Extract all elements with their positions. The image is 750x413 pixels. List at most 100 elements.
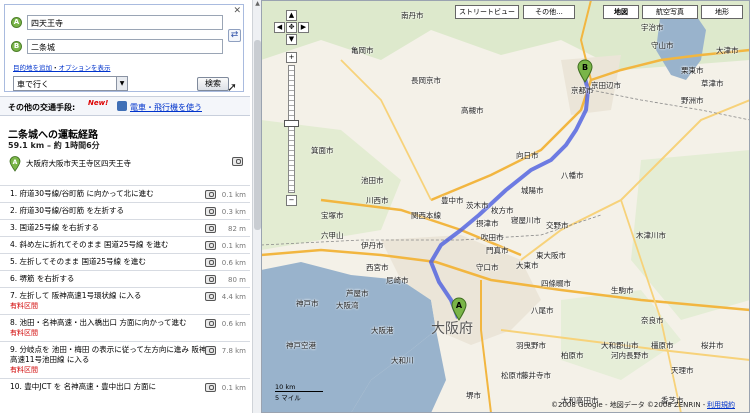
step-distance: 4.4 km — [221, 293, 246, 301]
camera-icon[interactable] — [205, 275, 216, 284]
pan-reset-icon[interactable]: ✥ — [286, 22, 297, 33]
osaka-prefecture-label: 大阪府 — [431, 321, 473, 337]
direction-step[interactable]: 9. 分岐点を 池田・梅田 の表示に従って左方向に進み 阪神高速11号池田線 に… — [0, 341, 250, 378]
city-label: 門真市 — [486, 246, 509, 255]
direction-step[interactable]: 1. 府道30号線/谷町筋 に向かって北に進む 0.1 km — [0, 185, 250, 202]
train-icon — [117, 101, 127, 111]
step-text: 5. 左折してそのまま 国道25号線 を進む — [10, 257, 146, 266]
camera-icon[interactable] — [205, 190, 216, 199]
street-view-button[interactable]: ストリートビュー — [455, 5, 519, 19]
city-label: 守口市 — [476, 263, 499, 272]
new-badge: New! — [88, 99, 109, 107]
close-icon[interactable]: ✕ — [233, 6, 241, 16]
city-label: 豊中市 — [441, 196, 464, 205]
map-type-satellite-button[interactable]: 航空写真 — [642, 5, 698, 19]
city-label: 堺市 — [466, 391, 481, 400]
city-label: 木津川市 — [636, 231, 666, 240]
direction-step[interactable]: 5. 左折してそのまま 国道25号線 を進む 0.6 km — [0, 253, 250, 270]
toll-label: 有料区間 — [10, 302, 38, 310]
step-distance: 7.8 km — [221, 347, 246, 355]
city-label: 東大阪市 — [536, 251, 566, 260]
city-label: 茨木市 — [466, 201, 489, 210]
city-label: 箕面市 — [311, 146, 334, 155]
city-label: 川西市 — [366, 196, 389, 205]
direction-step[interactable]: 8. 池田・名神高速・出入橋出口 方面に向かって進む 有料区間 0.6 km — [0, 314, 250, 341]
form-links: 目的地を追加・オプションを表示 — [13, 62, 111, 72]
direction-step[interactable]: 4. 斜め左に折れてそのまま 国道25号線 を進む 0.1 km — [0, 236, 250, 253]
camera-icon[interactable] — [205, 319, 216, 328]
from-input[interactable]: 四天王寺 — [27, 15, 223, 30]
city-label: 宇治市 — [641, 23, 664, 32]
scroll-thumb[interactable] — [254, 40, 261, 230]
camera-icon[interactable] — [232, 157, 243, 166]
zoom-in-icon[interactable]: + — [286, 52, 297, 63]
chevron-down-icon: ▼ — [116, 77, 127, 90]
city-label: 関西本線 — [411, 211, 441, 220]
step-text: 8. 池田・名神高速・出入橋出口 方面に向かって進む — [10, 318, 187, 327]
terms-link[interactable]: 利用規約 — [707, 400, 735, 410]
city-label: 神戸市 — [296, 299, 319, 308]
travel-mode-select[interactable]: 車で行く ▼ — [13, 76, 128, 91]
city-label: 京都市 — [571, 86, 594, 95]
city-label: 柏原市 — [561, 351, 584, 360]
map-scale: 10 km 5 マイル — [275, 383, 323, 402]
city-label: 桜井市 — [701, 341, 724, 350]
panel-scrollbar[interactable]: ▲ — [252, 0, 261, 413]
to-input[interactable]: 二条城 — [27, 39, 223, 54]
camera-icon[interactable] — [205, 346, 216, 355]
travel-mode-value: 車で行く — [17, 80, 49, 89]
pan-down-icon[interactable]: ▼ — [286, 34, 297, 45]
direction-step[interactable]: 2. 府道30号線/谷町筋 を左折する 0.3 km — [0, 202, 250, 219]
start-pin-icon: A — [9, 156, 21, 172]
city-label: 六甲山 — [321, 231, 344, 240]
direction-step[interactable]: 7. 左折して 阪神高速1号環状線 に入る 有料区間 4.4 km — [0, 287, 250, 314]
step-distance: 0.1 km — [221, 191, 246, 199]
map-type-terrain-button[interactable]: 地形 — [701, 5, 743, 19]
route-title: 二条城への運転経路 — [8, 130, 98, 141]
camera-icon[interactable] — [205, 241, 216, 250]
camera-icon[interactable] — [205, 207, 216, 216]
camera-icon[interactable] — [205, 258, 216, 267]
zoom-slider[interactable] — [288, 65, 295, 193]
city-label: 寝屋川市 — [511, 216, 541, 225]
city-label: 城陽市 — [521, 186, 544, 195]
pan-right-icon[interactable]: ▶ — [298, 22, 309, 33]
swap-icon[interactable]: ⇄ — [228, 29, 241, 42]
city-label: 大和川 — [391, 356, 414, 365]
search-button[interactable]: 検索 — [197, 77, 229, 91]
pan-up-icon[interactable]: ▲ — [286, 10, 297, 21]
city-label: 吹田市 — [481, 233, 504, 242]
show-options-link[interactable]: オプションを表示 — [59, 64, 111, 72]
step-distance: 80 m — [228, 276, 246, 284]
end-marker-label: B — [581, 63, 589, 72]
zoom-slider-handle[interactable] — [284, 120, 299, 127]
zoom-out-icon[interactable]: − — [286, 195, 297, 206]
other-transport-bar: その他の交通手段: New! 電車・飛行機を使う — [0, 96, 250, 116]
city-label: 橿原市 — [651, 341, 674, 350]
direction-step[interactable]: 10. 豊中JCT を 名神高速・豊中出口 方面に 0.1 km — [0, 378, 250, 395]
add-destination-link[interactable]: 目的地を追加 — [13, 64, 52, 72]
pan-left-icon[interactable]: ◀ — [274, 22, 285, 33]
map-copyright: ©2008 Google - 地図データ ©2008 ZENRIN - — [551, 401, 706, 409]
camera-icon[interactable] — [205, 224, 216, 233]
more-button[interactable]: その他... — [523, 5, 575, 19]
map-view[interactable]: ストリートビュー その他... 地図 航空写真 地形 ▲ ◀ ✥ ▶ ▼ + −… — [261, 0, 750, 413]
direction-step[interactable]: 3. 国道25号線 を右折する 82 m — [0, 219, 250, 236]
city-label: 伊丹市 — [361, 241, 384, 250]
city-label: 藤井寺市 — [521, 371, 551, 380]
transit-link[interactable]: 電車・飛行機を使う — [130, 102, 202, 113]
map-type-map-button[interactable]: 地図 — [603, 5, 639, 19]
city-label: 草津市 — [701, 79, 724, 88]
directions-form: ✕ A 四天王寺 B 二条城 ⇄ 目的地を追加・オプションを表示 車で行く ▼ … — [4, 4, 244, 92]
camera-icon[interactable] — [205, 292, 216, 301]
city-label: 西宮市 — [366, 263, 389, 272]
city-label: 大阪港 — [371, 326, 394, 335]
city-label: 天理市 — [671, 366, 694, 375]
direction-step[interactable]: 6. 堺筋 を右折する 80 m — [0, 270, 250, 287]
camera-icon[interactable] — [205, 383, 216, 392]
toll-label: 有料区間 — [10, 329, 38, 337]
step-text: 7. 左折して 阪神高速1号環状線 に入る — [10, 291, 142, 300]
marker-b-icon: B — [11, 41, 22, 52]
start-address: 大阪府大阪市天王寺区四天王寺 — [26, 159, 131, 168]
city-label: 長岡京市 — [411, 76, 441, 85]
